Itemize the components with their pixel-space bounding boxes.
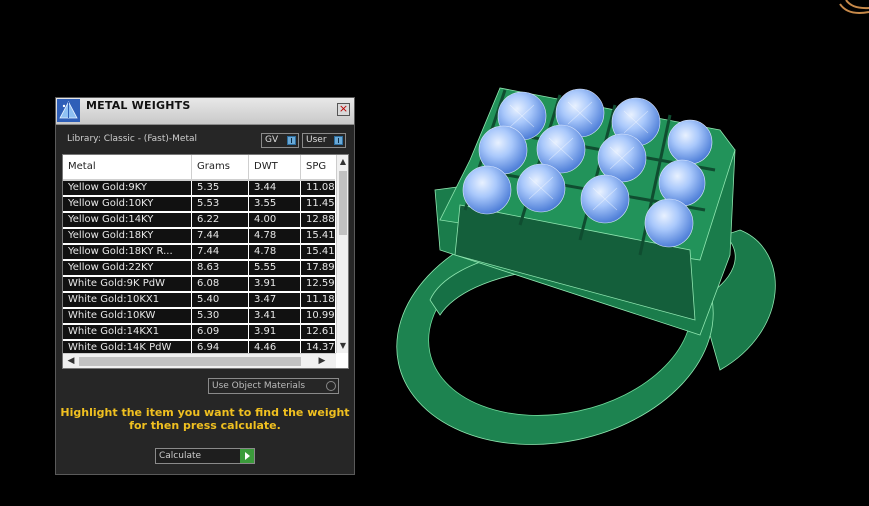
library-label: Library: Classic - (Fast)-Metal <box>67 134 198 144</box>
scroll-down-icon[interactable]: ▼ <box>338 340 348 352</box>
cell-grams: 6.08 <box>192 277 249 292</box>
cell-grams: 5.53 <box>192 197 249 212</box>
cell-dwt: 3.44 <box>249 181 301 196</box>
cell-spg: 11.45 <box>306 198 335 209</box>
cell-grams: 5.35 <box>192 181 249 196</box>
cell-dwt: 4.78 <box>249 229 301 244</box>
cell-dwt: 5.55 <box>249 261 301 276</box>
table-row[interactable]: Yellow Gold:18KY 7.44 4.78 15.41 <box>63 229 335 244</box>
cell-metal: Yellow Gold:22KY <box>63 261 192 276</box>
table-row[interactable]: Yellow Gold:22KY 8.63 5.55 17.89 <box>63 261 335 276</box>
cell-spg: 15.41 <box>306 230 335 241</box>
cell-dwt: 3.47 <box>249 293 301 308</box>
cell-metal: White Gold:9K PdW <box>63 277 192 292</box>
gv-toggle-icon <box>287 136 296 145</box>
user-toggle-label: User <box>306 135 327 145</box>
cell-metal: White Gold:10KX1 <box>63 293 192 308</box>
instruction-line-1: Highlight the item you want to find the … <box>60 406 350 419</box>
cell-dwt: 4.78 <box>249 245 301 260</box>
close-icon[interactable]: × <box>337 103 350 116</box>
cell-metal: Yellow Gold:9KY <box>63 181 192 196</box>
cell-grams: 7.44 <box>192 229 249 244</box>
table-row[interactable]: White Gold:9K PdW 6.08 3.91 12.59 <box>63 277 335 292</box>
corner-object <box>839 0 869 14</box>
scroll-up-icon[interactable]: ▲ <box>338 156 348 168</box>
cell-dwt: 3.41 <box>249 309 301 324</box>
calculate-label: Calculate <box>159 451 202 461</box>
use-object-materials-label: Use Object Materials <box>212 381 306 391</box>
use-object-materials-toggle[interactable]: Use Object Materials <box>208 378 339 394</box>
horizontal-scrollbar[interactable]: ◀ ▶ <box>63 353 336 368</box>
cell-grams: 8.63 <box>192 261 249 276</box>
cell-grams: 5.30 <box>192 309 249 324</box>
instruction-text: Highlight the item you want to find the … <box>56 406 354 432</box>
column-header-grams[interactable]: Grams <box>192 155 249 179</box>
column-header-spg[interactable]: SPG <box>301 155 341 179</box>
scroll-left-icon[interactable]: ◀ <box>65 355 77 367</box>
instruction-line-2: for then press calculate. <box>129 419 281 432</box>
cell-spg: 10.99 <box>306 310 335 321</box>
table-row[interactable]: White Gold:10KW 5.30 3.41 10.99 <box>63 309 335 324</box>
column-header-dwt[interactable]: DWT <box>249 155 301 179</box>
play-arrow-icon <box>240 449 254 463</box>
cell-spg: 11.18 <box>306 294 335 305</box>
cell-grams: 5.40 <box>192 293 249 308</box>
table-row[interactable]: Yellow Gold:18KY R... 7.44 4.78 15.41 <box>63 245 335 260</box>
column-header-metal[interactable]: Metal <box>63 155 192 179</box>
gv-toggle-label: GV <box>265 135 279 145</box>
metals-table[interactable]: Metal Grams DWT SPG Yellow Gold:9KY 5.35… <box>62 154 349 369</box>
cell-spg: 12.61 <box>306 326 335 337</box>
cell-grams: 6.09 <box>192 325 249 340</box>
cell-dwt: 3.55 <box>249 197 301 212</box>
user-toggle[interactable]: User <box>302 133 346 148</box>
cell-spg: 15.41 <box>306 246 335 257</box>
table-row[interactable]: Yellow Gold:14KY 6.22 4.00 12.88 <box>63 213 335 228</box>
pyramid-logo-icon <box>57 99 80 122</box>
table-header: Metal Grams DWT SPG <box>63 155 335 181</box>
cell-dwt: 4.00 <box>249 213 301 228</box>
cell-metal: Yellow Gold:14KY <box>63 213 192 228</box>
cell-grams: 7.44 <box>192 245 249 260</box>
cell-spg: 11.08 <box>306 182 335 193</box>
table-row[interactable]: Yellow Gold:10KY 5.53 3.55 11.45 <box>63 197 335 212</box>
panel-titlebar[interactable]: METAL WEIGHTS × <box>56 98 354 125</box>
cell-metal: White Gold:10KW <box>63 309 192 324</box>
vertical-scrollbar[interactable]: ▲ ▼ <box>336 155 348 353</box>
cell-spg: 12.59 <box>306 278 335 289</box>
table-row[interactable]: Yellow Gold:9KY 5.35 3.44 11.08 <box>63 181 335 196</box>
vertical-scroll-thumb[interactable] <box>339 171 347 235</box>
table-row[interactable]: White Gold:14KX1 6.09 3.91 12.61 <box>63 325 335 340</box>
cell-spg: 12.88 <box>306 214 335 225</box>
panel-title: METAL WEIGHTS <box>86 99 191 112</box>
scroll-right-icon[interactable]: ▶ <box>316 355 328 367</box>
cell-metal: Yellow Gold:18KY R... <box>63 245 192 260</box>
cell-metal: Yellow Gold:10KY <box>63 197 192 212</box>
calculate-button[interactable]: Calculate <box>155 448 255 464</box>
gv-toggle[interactable]: GV <box>261 133 299 148</box>
metal-weights-panel: METAL WEIGHTS × Library: Classic - (Fast… <box>55 97 355 475</box>
radio-icon <box>326 381 336 391</box>
user-toggle-icon <box>334 136 343 145</box>
cell-metal: White Gold:14KX1 <box>63 325 192 340</box>
table-row[interactable]: White Gold:10KX1 5.40 3.47 11.18 <box>63 293 335 308</box>
horizontal-scroll-thumb[interactable] <box>79 357 301 366</box>
cell-dwt: 3.91 <box>249 325 301 340</box>
cell-metal: Yellow Gold:18KY <box>63 229 192 244</box>
cell-dwt: 3.91 <box>249 277 301 292</box>
cell-grams: 6.22 <box>192 213 249 228</box>
cell-spg: 17.89 <box>306 262 335 273</box>
